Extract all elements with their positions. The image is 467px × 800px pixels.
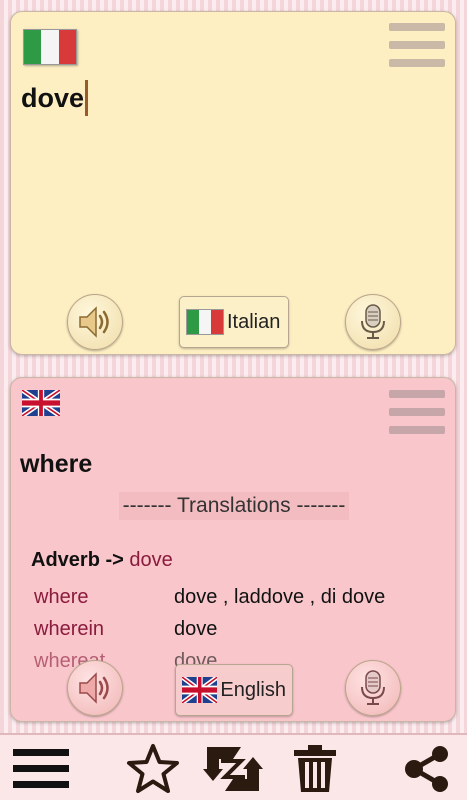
source-mic-button[interactable]	[345, 294, 401, 350]
target-speak-button[interactable]	[67, 660, 123, 716]
target-menu-icon[interactable]	[389, 390, 445, 434]
microphone-icon	[361, 670, 385, 705]
share-icon	[405, 746, 448, 792]
source-panel: dove Italian	[10, 11, 456, 355]
pos-arrow: ->	[99, 549, 130, 571]
microphone-icon	[361, 304, 385, 339]
favorite-button[interactable]	[124, 743, 182, 795]
pos-word: dove	[129, 549, 173, 571]
source-speak-button[interactable]	[67, 294, 123, 350]
share-button[interactable]	[400, 743, 454, 795]
menu-button[interactable]	[12, 743, 70, 795]
italy-flag-icon	[186, 309, 224, 335]
translation-meaning: dove , laddove , di dove	[174, 586, 386, 608]
result-word: where	[20, 450, 93, 478]
bottom-toolbar	[0, 733, 467, 800]
translations-header: ------- Translations -------	[119, 492, 349, 520]
translation-row[interactable]: where dove , laddove , di dove	[34, 586, 385, 609]
translation-term[interactable]: where	[34, 586, 174, 609]
swap-icon	[203, 747, 263, 791]
target-language-button[interactable]: English	[175, 664, 293, 716]
translation-meaning: dove	[174, 618, 218, 640]
speaker-icon	[79, 672, 109, 704]
speaker-icon	[79, 306, 109, 338]
text-caret	[85, 80, 89, 116]
part-of-speech: Adverb	[31, 549, 100, 571]
uk-flag-icon[interactable]	[22, 390, 60, 416]
source-menu-icon[interactable]	[389, 23, 445, 67]
translation-term[interactable]: wherein	[34, 618, 174, 641]
translation-row[interactable]: wherein dove	[34, 618, 217, 641]
hamburger-icon	[13, 749, 69, 788]
target-panel: where ------- Translations ------- Adver…	[10, 377, 456, 722]
delete-button[interactable]	[290, 743, 340, 795]
swap-languages-button[interactable]	[200, 743, 266, 795]
target-mic-button[interactable]	[345, 660, 401, 716]
target-language-label: English	[220, 678, 286, 701]
italy-flag-icon[interactable]	[23, 29, 77, 65]
source-language-label: Italian	[227, 310, 281, 333]
source-input[interactable]: dove	[21, 80, 89, 116]
star-icon	[127, 744, 179, 793]
trash-icon	[294, 745, 336, 792]
source-language-button[interactable]: Italian	[179, 296, 289, 348]
source-input-text: dove	[21, 82, 85, 113]
uk-flag-icon	[182, 677, 218, 703]
part-of-speech-line: Adverb -> dove	[31, 549, 173, 572]
